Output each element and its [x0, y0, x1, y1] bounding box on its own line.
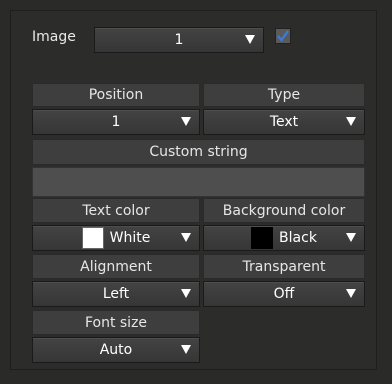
background-color-value: Black: [279, 230, 317, 246]
custom-string-header-label: Custom string: [149, 144, 248, 160]
background-color-header-label: Background color: [222, 202, 346, 219]
transparent-select[interactable]: Off: [203, 281, 365, 307]
chevron-down-icon: [346, 233, 356, 242]
background-color-swatch: [251, 227, 274, 249]
text-color-header-label: Text color: [82, 202, 150, 219]
type-header: Type: [203, 83, 365, 107]
type-select[interactable]: Text: [203, 109, 365, 135]
custom-string-input[interactable]: [32, 167, 365, 197]
font-size-select-value: Auto: [99, 342, 133, 358]
position-select[interactable]: 1: [32, 109, 200, 135]
font-size-header-label: Font size: [84, 314, 148, 331]
chevron-down-icon: [245, 35, 255, 44]
font-size-select[interactable]: Auto: [32, 337, 200, 363]
position-header: Position: [32, 83, 200, 107]
position-select-value: 1: [111, 114, 121, 130]
background-color-select[interactable]: Black: [203, 225, 365, 251]
chevron-down-icon: [181, 289, 191, 298]
text-color-header: Text color: [32, 198, 200, 223]
chevron-down-icon: [181, 233, 191, 242]
image-label: Image: [32, 29, 76, 45]
type-select-value: Text: [269, 114, 299, 130]
chevron-down-icon: [346, 289, 356, 298]
image-select[interactable]: 1: [94, 27, 264, 53]
chevron-down-icon: [346, 117, 356, 126]
alignment-select[interactable]: Left: [32, 281, 200, 307]
text-color-value: White: [109, 230, 151, 246]
custom-string-header: Custom string: [32, 139, 365, 165]
image-select-value: 1: [174, 32, 184, 48]
checkmark-icon: [277, 30, 289, 42]
transparent-header-label: Transparent: [242, 258, 326, 275]
font-size-header: Font size: [32, 310, 200, 335]
alignment-header: Alignment: [32, 254, 200, 279]
text-color-select[interactable]: White: [32, 225, 200, 251]
text-color-swatch: [81, 227, 104, 249]
transparent-header: Transparent: [203, 254, 365, 279]
position-header-label: Position: [88, 87, 144, 103]
alignment-header-label: Alignment: [80, 258, 152, 275]
chevron-down-icon: [181, 345, 191, 354]
alignment-select-value: Left: [102, 286, 130, 302]
image-enable-checkbox[interactable]: [275, 28, 291, 44]
chevron-down-icon: [181, 117, 191, 126]
transparent-select-value: Off: [273, 286, 295, 302]
type-header-label: Type: [267, 87, 301, 103]
background-color-header: Background color: [203, 198, 365, 223]
